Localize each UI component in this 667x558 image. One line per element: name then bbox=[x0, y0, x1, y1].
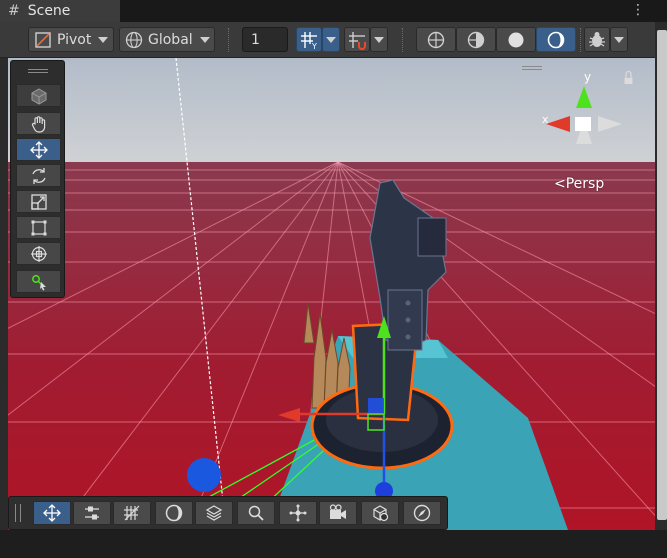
scale-tool-button[interactable] bbox=[16, 190, 61, 213]
pivot-label: Pivot bbox=[57, 31, 92, 48]
custom-tool-button[interactable] bbox=[16, 270, 61, 293]
overlay-drag-handle-icon[interactable] bbox=[15, 504, 21, 522]
shaded-button[interactable] bbox=[496, 27, 536, 52]
axis-y-label: y bbox=[584, 70, 592, 84]
projection-toggle[interactable]: <Persp bbox=[554, 176, 604, 192]
lit-sphere-icon bbox=[165, 504, 183, 522]
global-label: Global bbox=[148, 31, 193, 48]
toolbar-separator bbox=[580, 28, 583, 52]
pivot-node-icon bbox=[289, 504, 307, 522]
grid-size-field[interactable]: 1 bbox=[242, 27, 288, 52]
shaded-sphere-icon bbox=[508, 32, 524, 47]
view-cube-button[interactable] bbox=[16, 84, 61, 107]
status-bar bbox=[0, 530, 667, 558]
custom-tool-icon bbox=[31, 274, 46, 290]
scale-icon bbox=[30, 193, 47, 210]
overlay-settings-button[interactable] bbox=[73, 501, 111, 525]
debug-draw-dropdown[interactable] bbox=[610, 27, 628, 52]
overlay-navigation-button[interactable] bbox=[403, 501, 441, 525]
tab-scene[interactable]: # Scene bbox=[0, 0, 120, 22]
debug-draw-button[interactable] bbox=[584, 27, 610, 52]
right-panel-edge bbox=[655, 22, 667, 530]
wireframe-sphere-icon bbox=[427, 31, 445, 48]
tab-bar: # Scene ⋮ bbox=[0, 0, 667, 22]
global-dropdown[interactable]: Global bbox=[119, 27, 215, 52]
tab-scene-label: Scene bbox=[27, 3, 71, 19]
rect-transform-icon bbox=[31, 220, 46, 235]
move-arrows-icon bbox=[43, 504, 61, 522]
overlay-lighting-button[interactable] bbox=[155, 501, 193, 525]
globe-icon bbox=[125, 31, 143, 48]
chevron-down-icon bbox=[98, 36, 109, 43]
projection-label: Persp bbox=[565, 176, 605, 192]
shaded-wireframe-button[interactable] bbox=[456, 27, 496, 52]
lit-shading-button[interactable] bbox=[536, 27, 576, 52]
rect-tool-button[interactable] bbox=[16, 216, 61, 239]
grid-snap-dropdown[interactable] bbox=[322, 27, 340, 52]
right-panel-border bbox=[657, 30, 667, 520]
grid-size-value: 1 bbox=[251, 31, 260, 48]
scene-hash-icon: # bbox=[8, 3, 20, 19]
hand-icon bbox=[31, 115, 45, 133]
overlay-camera-button[interactable] bbox=[319, 501, 357, 525]
grid-snap-icon: Y bbox=[301, 31, 317, 50]
axis-x-label: x bbox=[542, 113, 549, 126]
overlay-layers-button[interactable] bbox=[195, 501, 233, 525]
lit-sphere-icon bbox=[547, 31, 565, 48]
overlay-visibility-button[interactable] bbox=[361, 501, 399, 525]
overlay-pivot-button[interactable] bbox=[279, 501, 317, 525]
bug-icon bbox=[589, 31, 605, 47]
pivot-dropdown[interactable]: Pivot bbox=[28, 27, 114, 52]
increment-snap-button[interactable] bbox=[344, 27, 370, 52]
scene-toolbar: Pivot Global 1 Y bbox=[0, 22, 655, 58]
hand-tool-button[interactable] bbox=[16, 112, 61, 135]
camera-icon bbox=[329, 504, 346, 519]
rotate-icon bbox=[31, 167, 46, 184]
drag-handle-icon[interactable] bbox=[28, 69, 48, 73]
left-panel-edge bbox=[0, 58, 8, 530]
persp-chevron-icon: < bbox=[554, 176, 566, 192]
transform-icon bbox=[30, 245, 47, 262]
chevron-down-icon bbox=[326, 36, 336, 43]
move-arrows-icon bbox=[29, 140, 48, 159]
magnet-grid-icon bbox=[349, 31, 366, 50]
overlay-toolbar bbox=[8, 496, 448, 530]
chevron-down-icon bbox=[374, 36, 384, 43]
tools-overlay bbox=[10, 60, 65, 298]
wireframe-shading-button[interactable] bbox=[416, 27, 456, 52]
overlay-move-button[interactable] bbox=[33, 501, 71, 525]
overlay-grid-button[interactable] bbox=[113, 501, 151, 525]
grid-hash-icon bbox=[124, 505, 140, 521]
grid-snap-button[interactable]: Y bbox=[296, 27, 322, 52]
chevron-down-icon bbox=[199, 36, 210, 43]
more-options-icon[interactable]: ⋮ bbox=[631, 1, 645, 19]
search-icon bbox=[248, 505, 264, 521]
increment-snap-dropdown[interactable] bbox=[370, 27, 388, 52]
layers-icon bbox=[205, 505, 223, 521]
chevron-down-icon bbox=[614, 36, 624, 43]
transform-tool-button[interactable] bbox=[16, 242, 61, 265]
cube-visibility-icon bbox=[373, 505, 389, 522]
overlay-search-button[interactable] bbox=[237, 501, 275, 525]
svg-text:Y: Y bbox=[311, 42, 317, 50]
compass-icon bbox=[413, 504, 431, 522]
shaded-wireframe-icon bbox=[467, 31, 485, 48]
move-tool-button[interactable] bbox=[16, 138, 61, 161]
cube-icon bbox=[31, 87, 46, 105]
toolbar-separator bbox=[402, 28, 405, 52]
sliders-icon bbox=[85, 506, 99, 520]
orientation-gizmo[interactable]: y x bbox=[522, 60, 640, 172]
toolbar-separator bbox=[228, 28, 231, 52]
pivot-icon bbox=[35, 31, 51, 48]
rotate-tool-button[interactable] bbox=[16, 164, 61, 187]
